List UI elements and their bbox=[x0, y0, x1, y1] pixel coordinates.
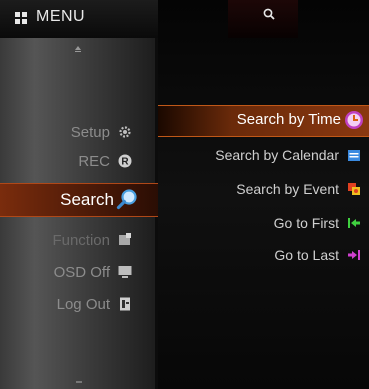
submenu-item-label: Go to Last bbox=[274, 247, 339, 263]
menu-item-search[interactable]: Search bbox=[0, 183, 158, 217]
menu-item-rec[interactable]: REC R bbox=[0, 145, 158, 177]
magnifier-icon bbox=[116, 189, 137, 210]
submenu-item-search-by-time[interactable]: Search by Time bbox=[158, 105, 369, 137]
menu-header: MENU bbox=[0, 0, 158, 38]
menu-item-label: OSD Off bbox=[53, 264, 110, 281]
menu-item-label: Log Out bbox=[56, 296, 110, 313]
event-icon bbox=[348, 183, 360, 195]
submenu-item-go-to-first[interactable]: Go to First bbox=[158, 208, 369, 238]
submenu-item-search-by-calendar[interactable]: Search by Calendar bbox=[158, 140, 369, 170]
search-icon bbox=[263, 8, 275, 20]
submenu-item-go-to-last[interactable]: Go to Last bbox=[158, 240, 369, 270]
menu-item-osd-off[interactable]: OSD Off bbox=[0, 256, 158, 288]
monitor-icon bbox=[118, 266, 132, 278]
logout-icon bbox=[120, 297, 130, 311]
submenu-item-label: Search by Event bbox=[236, 181, 339, 197]
go-last-icon bbox=[348, 250, 360, 260]
go-first-icon bbox=[348, 218, 360, 228]
scroll-up-icon[interactable] bbox=[75, 46, 81, 50]
gear-icon bbox=[119, 126, 131, 138]
menu-title: MENU bbox=[36, 8, 86, 25]
record-icon: R bbox=[118, 154, 132, 168]
menu-item-label: Setup bbox=[70, 124, 110, 141]
menu-grid-icon bbox=[15, 12, 27, 24]
menu-item-label: Search bbox=[60, 190, 114, 209]
submenu-item-label: Search by Calendar bbox=[215, 147, 339, 163]
scroll-up-bar bbox=[75, 51, 81, 52]
svg-text:R: R bbox=[121, 157, 129, 168]
submenu-item-label: Go to First bbox=[273, 215, 339, 231]
clock-icon bbox=[345, 111, 363, 129]
menu-item-label: REC bbox=[78, 153, 110, 170]
calendar-icon bbox=[348, 150, 360, 161]
submenu-item-search-by-event[interactable]: Search by Event bbox=[158, 174, 369, 204]
menu-item-setup[interactable]: Setup bbox=[0, 116, 158, 148]
scroll-down-icon[interactable] bbox=[76, 381, 82, 383]
menu-item-function[interactable]: Function bbox=[0, 224, 158, 256]
function-icon bbox=[119, 233, 131, 245]
menu-item-label: Function bbox=[52, 232, 110, 249]
submenu-item-label: Search by Time bbox=[236, 111, 341, 128]
menu-item-log-out[interactable]: Log Out bbox=[0, 288, 158, 320]
